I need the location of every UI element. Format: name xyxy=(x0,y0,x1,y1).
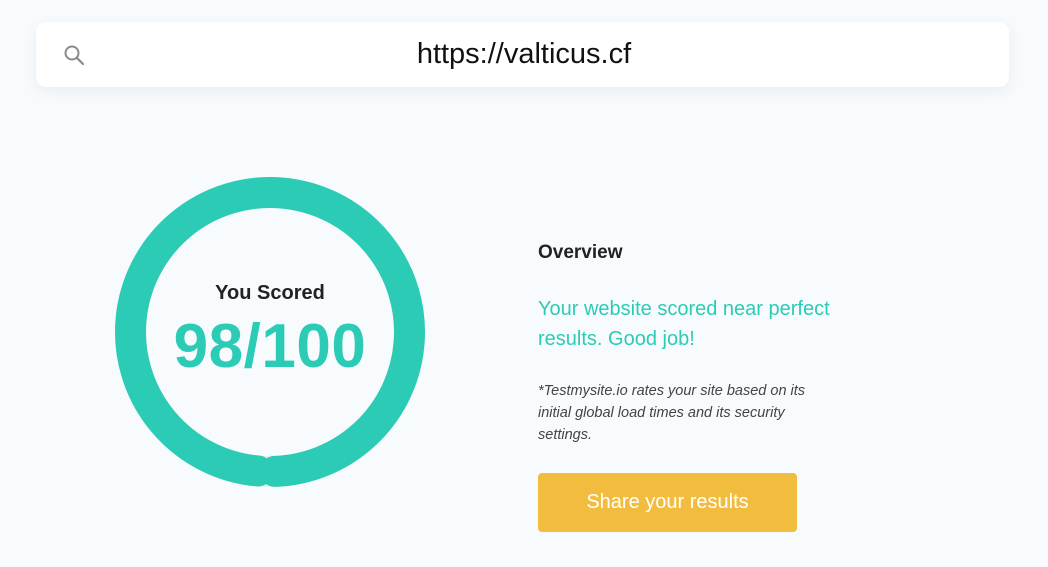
overview-title: Overview xyxy=(538,242,623,263)
overview-note: *Testmysite.io rates your site based on … xyxy=(538,383,806,443)
search-icon xyxy=(63,44,85,66)
url-input[interactable] xyxy=(120,34,928,74)
page: You Scored 98/100 Overview Your website … xyxy=(0,0,1048,567)
share-results-button[interactable]: Share your results xyxy=(538,473,797,532)
score-value: 98/100 xyxy=(173,312,367,381)
score-label: You Scored xyxy=(215,282,325,304)
overview-message: Your website scored near perfect results… xyxy=(538,298,830,350)
